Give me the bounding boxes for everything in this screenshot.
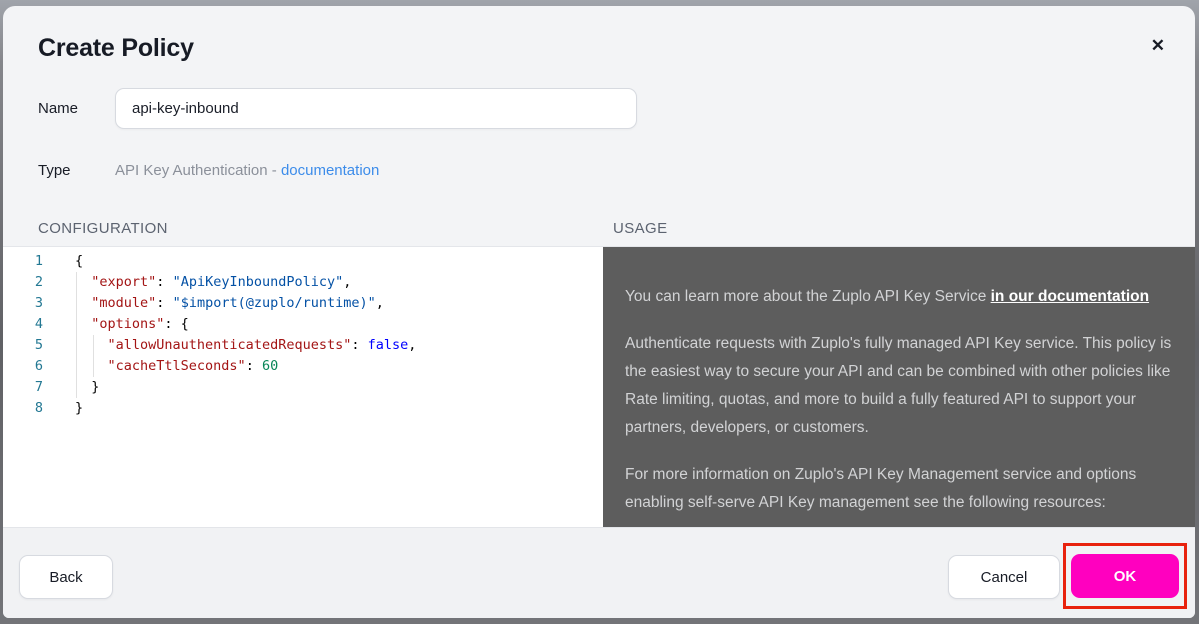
create-policy-dialog: Create Policy ✕ Name Type API Key Authen… xyxy=(3,6,1195,618)
line-number: 3 xyxy=(34,295,43,311)
ok-annotation-box: OK xyxy=(1063,543,1187,609)
in-our-documentation-link[interactable]: in our documentation xyxy=(991,288,1149,305)
cancel-button[interactable]: Cancel xyxy=(948,555,1060,599)
line-number: 4 xyxy=(34,316,43,332)
content-row: 1{2 "export": "ApiKeyInboundPolicy", 3 "m… xyxy=(3,247,1195,527)
type-text: API Key Authentication - xyxy=(115,161,281,179)
dialog-footer: Back Cancel OK xyxy=(3,527,1195,618)
indent-guide xyxy=(76,272,77,398)
line-number: 5 xyxy=(34,337,43,353)
code-line: 2 "export": "ApiKeyInboundPolicy", xyxy=(3,272,603,293)
usage-paragraph-3: For more information on Zuplo's API Key … xyxy=(625,466,1137,511)
usage-paragraph-2: Authenticate requests with Zuplo's fully… xyxy=(625,335,1172,436)
code-line: 8} xyxy=(3,398,603,419)
code-line: 7 } xyxy=(3,377,603,398)
usage-p1-text: You can learn more about the Zuplo API K… xyxy=(625,288,991,305)
type-value: API Key Authentication - documentation xyxy=(115,162,379,179)
type-label: Type xyxy=(38,161,71,179)
code-line: 1{ xyxy=(3,251,603,272)
name-label: Name xyxy=(38,100,79,117)
name-row: Name xyxy=(3,88,1195,129)
dialog-title: Create Policy xyxy=(38,34,194,62)
code-line: 3 "module": "$import(@zuplo/runtime)", xyxy=(3,293,603,314)
close-icon[interactable]: ✕ xyxy=(1149,34,1167,58)
line-number: 2 xyxy=(34,274,43,290)
usage-header-cell: USAGE xyxy=(603,220,1195,238)
line-number: 6 xyxy=(34,358,43,374)
usage-paragraph-1: You can learn more about the Zuplo API K… xyxy=(625,283,1179,311)
line-number: 7 xyxy=(34,379,43,395)
documentation-link[interactable]: documentation xyxy=(281,162,379,179)
ok-button[interactable]: OK xyxy=(1071,554,1179,598)
back-button[interactable]: Back xyxy=(19,555,113,599)
dialog-header: Create Policy ✕ xyxy=(3,6,1195,63)
configuration-code-editor[interactable]: 1{2 "export": "ApiKeyInboundPolicy", 3 "m… xyxy=(3,247,603,527)
indent-guide xyxy=(93,335,94,377)
name-input[interactable] xyxy=(115,88,637,129)
configuration-section-label: CONFIGURATION xyxy=(38,220,168,237)
configuration-header-cell: CONFIGURATION xyxy=(3,220,603,238)
usage-panel: You can learn more about the Zuplo API K… xyxy=(603,247,1195,527)
usage-section-label: USAGE xyxy=(613,220,668,237)
line-number: 1 xyxy=(34,253,43,269)
code-line: 4 "options": { xyxy=(3,314,603,335)
section-header-band: CONFIGURATION USAGE xyxy=(3,212,1195,247)
line-number: 8 xyxy=(34,400,43,416)
type-row: Type API Key Authentication - documentat… xyxy=(3,155,1195,185)
